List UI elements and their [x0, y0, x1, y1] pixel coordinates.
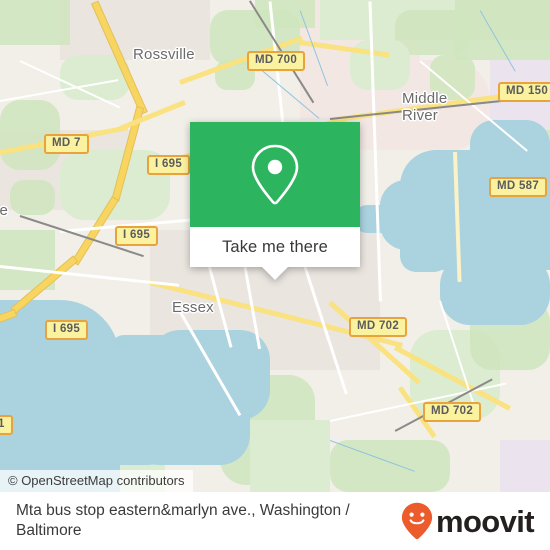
location-pin-icon: [247, 142, 303, 208]
map-industrial-area: [500, 440, 550, 492]
road-shield-md7: MD 7: [44, 134, 89, 154]
take-me-there-label: Take me there: [222, 237, 328, 256]
map-park: [430, 55, 475, 100]
popup-action-bar[interactable]: Take me there: [190, 227, 360, 267]
map-park: [0, 0, 70, 45]
map-marina: [118, 432, 148, 454]
map-viewport[interactable]: Rossville Middle River Essex le MD 700 M…: [0, 0, 550, 492]
popup-tail-pointer: [262, 267, 288, 280]
bottom-info-bar: Mta bus stop eastern&marlyn ave., Washin…: [0, 492, 550, 550]
road-shield-md702: MD 702: [349, 317, 408, 337]
map-attribution[interactable]: © OpenStreetMap contributors: [0, 470, 193, 492]
moovit-pin-icon: [401, 502, 433, 540]
road-shield-md587: MD 587: [489, 177, 548, 197]
moovit-map-screen: Rossville Middle River Essex le MD 700 M…: [0, 0, 550, 550]
map-water: [400, 230, 450, 272]
stop-title: Mta bus stop eastern&marlyn ave., Washin…: [16, 502, 350, 539]
road-shield-us1: 1: [0, 415, 13, 435]
road-shield-md700: MD 700: [247, 51, 306, 71]
map-popup-card[interactable]: Take me there: [190, 122, 360, 280]
moovit-logo[interactable]: moovit: [401, 502, 535, 540]
map-marina: [118, 398, 154, 424]
road-shield-md150: MD 150: [498, 82, 550, 102]
popup-header: [190, 122, 360, 227]
road-shield-md702: MD 702: [423, 402, 482, 422]
road-shield-i695: I 695: [115, 226, 159, 246]
map-marina: [160, 398, 184, 438]
road-shield-i695: I 695: [147, 155, 191, 175]
map-residential-area: [60, 0, 210, 60]
map-park: [10, 180, 55, 215]
road-shield-i695: I 695: [45, 320, 89, 340]
moovit-wordmark: moovit: [435, 503, 535, 539]
map-greenery: [250, 420, 330, 492]
